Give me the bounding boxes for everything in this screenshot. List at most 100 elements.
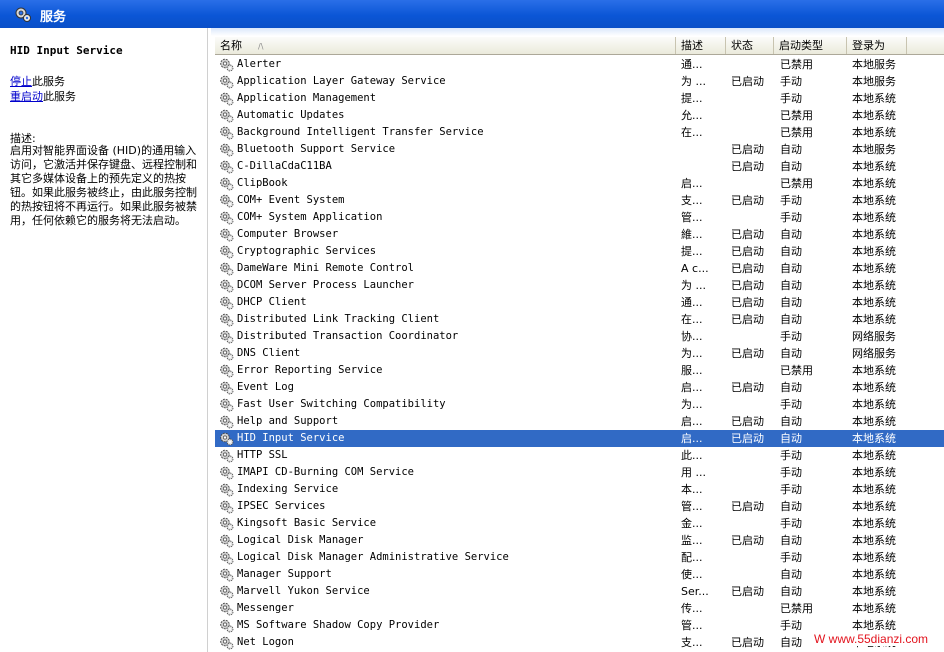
service-description: 监... (681, 534, 703, 547)
service-name: MS Software Shadow Copy Provider (237, 619, 440, 631)
service-row[interactable]: IMAPI CD-Burning COM Service 用 ... 手动 本地系统 (215, 464, 944, 481)
service-row[interactable]: Alerter 通... 已禁用 本地服务 (215, 56, 944, 73)
service-row[interactable]: Distributed Transaction Coordinator 协... 手… (215, 328, 944, 345)
service-log-on-as: 本地系统 (852, 228, 896, 241)
service-startup-type: 自动 (780, 245, 802, 258)
service-row[interactable]: COM+ System Application 管... 手动 本地系统 (215, 209, 944, 226)
service-row[interactable]: HID Input Service 启... 已启动 自动 本地系统 (215, 430, 944, 447)
service-row[interactable]: Marvell Yukon Service Ser... 已启动 自动 本地系统 (215, 583, 944, 600)
service-row[interactable]: Manager Support 使... 自动 本地系统 (215, 566, 944, 583)
service-row[interactable]: Logical Disk Manager Administrative Serv… (215, 549, 944, 566)
service-row[interactable]: DCOM Server Process Launcher 为 ... 已启动 自动 本地… (215, 277, 944, 294)
service-startup-type: 已禁用 (780, 58, 813, 71)
pane-splitter[interactable] (207, 28, 211, 652)
service-startup-type: 自动 (780, 279, 802, 292)
column-log-on-as[interactable]: 登录为 (847, 37, 907, 54)
service-row[interactable]: Automatic Updates 允... 已禁用 本地系统 (215, 107, 944, 124)
service-gear-icon (220, 58, 234, 72)
services-list[interactable]: 名称/\ 描述 状态 启动类型 登录为 Alerter 通... 已禁用 本地服务 Ap… (215, 37, 944, 652)
service-log-on-as: 本地系统 (852, 262, 896, 275)
service-name: Background Intelligent Transfer Service (237, 126, 484, 138)
service-status: 已启动 (731, 228, 764, 241)
service-name: Application Layer Gateway Service (237, 75, 446, 87)
service-log-on-as: 本地系统 (852, 126, 896, 139)
service-row[interactable]: ClipBook 启... 已禁用 本地系统 (215, 175, 944, 192)
service-row[interactable]: Bluetooth Support Service 已启动 自动 本地服务 (215, 141, 944, 158)
service-row[interactable]: IPSEC Services 管... 已启动 自动 本地系统 (215, 498, 944, 515)
service-name: COM+ System Application (237, 211, 383, 223)
list-top-fade (210, 28, 944, 36)
service-gear-icon (220, 262, 234, 276)
service-row[interactable]: COM+ Event System 支... 已启动 手动 本地系统 (215, 192, 944, 209)
service-row[interactable]: Cryptographic Services 提... 已启动 自动 本地系统 (215, 243, 944, 260)
service-gear-icon (220, 109, 234, 123)
service-log-on-as: 本地服务 (852, 58, 896, 71)
service-row[interactable]: Logical Disk Manager 监... 已启动 自动 本地系统 (215, 532, 944, 549)
service-log-on-as: 网络服务 (852, 347, 896, 360)
service-gear-icon (220, 211, 234, 225)
service-startup-type: 自动 (780, 381, 802, 394)
service-row[interactable]: Fast User Switching Compatibility 为... 手动 本… (215, 396, 944, 413)
service-startup-type: 手动 (780, 330, 802, 343)
service-name: Net Logon (237, 636, 294, 648)
service-row[interactable]: Help and Support 启... 已启动 自动 本地系统 (215, 413, 944, 430)
service-description: 支... (681, 636, 703, 649)
service-gear-icon (220, 194, 234, 208)
service-row[interactable]: Kingsoft Basic Service 金... 手动 本地系统 (215, 515, 944, 532)
service-log-on-as: 本地系统 (852, 466, 896, 479)
service-status: 已启动 (731, 636, 764, 649)
stop-service-link[interactable]: 停止 (10, 75, 32, 88)
service-row[interactable]: Error Reporting Service 服... 已禁用 本地系统 (215, 362, 944, 379)
service-gear-icon (220, 449, 234, 463)
service-name: Distributed Transaction Coordinator (237, 330, 459, 342)
service-row[interactable]: DNS Client 为... 已启动 自动 网络服务 (215, 345, 944, 362)
service-status: 已启动 (731, 194, 764, 207)
service-row[interactable]: HTTP SSL 此... 手动 本地系统 (215, 447, 944, 464)
service-status: 已启动 (731, 534, 764, 547)
service-gear-icon (220, 313, 234, 327)
column-description[interactable]: 描述 (676, 37, 726, 54)
service-description: 启... (681, 415, 703, 428)
service-row[interactable]: Event Log 启... 已启动 自动 本地系统 (215, 379, 944, 396)
service-description: 在... (681, 126, 703, 139)
column-startup-type[interactable]: 启动类型 (774, 37, 847, 54)
service-status (731, 175, 777, 192)
service-row[interactable]: DHCP Client 通... 已启动 自动 本地系统 (215, 294, 944, 311)
services-gear-icon (15, 7, 31, 22)
service-row[interactable]: Computer Browser 維... 已启动 自动 本地系统 (215, 226, 944, 243)
service-row[interactable]: Application Layer Gateway Service 为 ... 已启… (215, 73, 944, 90)
service-description: 提... (681, 245, 703, 258)
service-row[interactable]: Background Intelligent Transfer Service 在… (215, 124, 944, 141)
service-startup-type: 已禁用 (780, 177, 813, 190)
service-status: 已启动 (731, 500, 764, 513)
column-name[interactable]: 名称 /\ (215, 37, 676, 54)
service-description (681, 158, 725, 175)
service-startup-type: 自动 (780, 296, 802, 309)
service-name: Application Management (237, 92, 377, 104)
column-startup-type-label: 启动类型 (779, 39, 823, 52)
service-gear-icon (220, 398, 234, 412)
service-log-on-as: 本地系统 (852, 500, 896, 513)
service-row[interactable]: DameWare Mini Remote Control A c... 已启动 自动 本… (215, 260, 944, 277)
service-gear-icon (220, 126, 234, 140)
service-row[interactable]: Messenger 传... 已禁用 本地系统 (215, 600, 944, 617)
service-status: 已启动 (731, 143, 764, 156)
service-row[interactable]: Application Management 提... 手动 本地系统 (215, 90, 944, 107)
column-status[interactable]: 状态 (726, 37, 774, 54)
service-name: IPSEC Services (237, 500, 326, 512)
service-details-panel: HID Input Service 停止此服务 重启动此服务 描述: 启用对智能… (0, 34, 207, 652)
service-description: 提... (681, 92, 703, 105)
service-description: 传... (681, 602, 703, 615)
service-gear-icon (220, 279, 234, 293)
service-gear-icon (220, 92, 234, 106)
service-status: 已启动 (731, 585, 764, 598)
service-row[interactable]: C-DillaCdaC11BA 已启动 自动 本地系统 (215, 158, 944, 175)
service-row[interactable]: Indexing Service 本... 手动 本地系统 (215, 481, 944, 498)
page-title: 服务 (40, 10, 67, 25)
watermark: W www.55dianzi.com (812, 632, 931, 646)
service-description: 此... (681, 449, 703, 462)
service-gear-icon (220, 534, 234, 548)
service-row[interactable]: Distributed Link Tracking Client 在... 已启动 自… (215, 311, 944, 328)
restart-service-link[interactable]: 重启动 (10, 90, 43, 103)
service-name: Fast User Switching Compatibility (237, 398, 446, 410)
